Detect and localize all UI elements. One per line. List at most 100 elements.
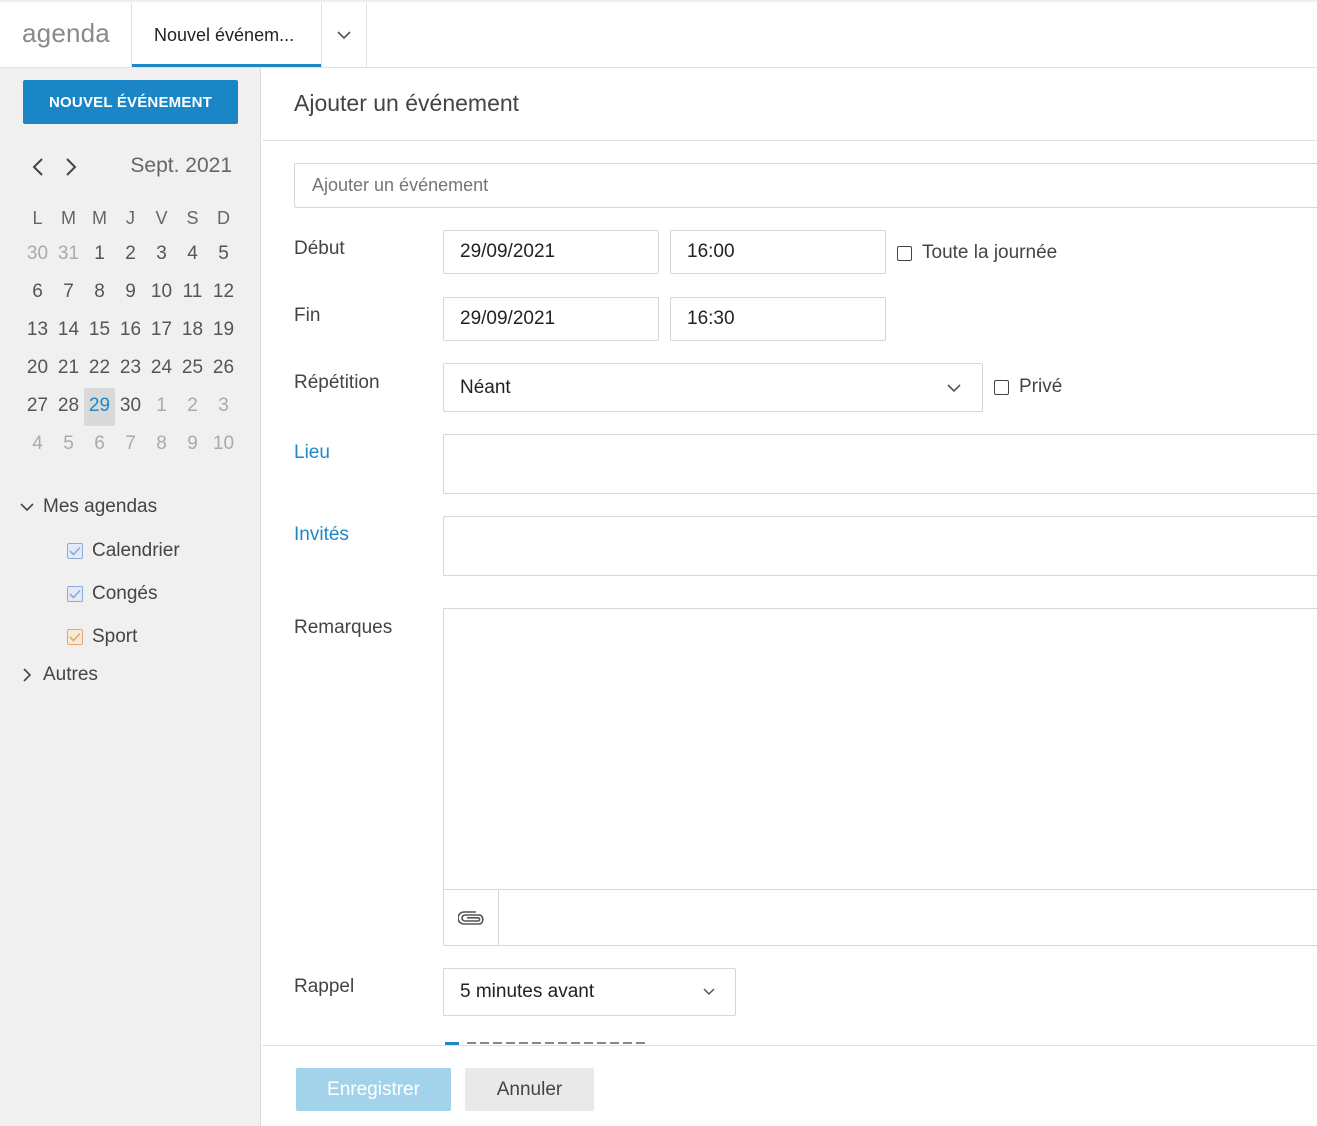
- calendar-day[interactable]: 17: [146, 312, 177, 350]
- calendar-day[interactable]: 4: [177, 236, 208, 274]
- calendar-day[interactable]: 6: [22, 274, 53, 312]
- sidebar: NOUVEL ÉVÉNEMENT Sept. 2021 L M M J V S …: [0, 68, 261, 1126]
- all-day-checkbox[interactable]: Toute la journée: [897, 242, 1057, 264]
- calendar-day[interactable]: 12: [208, 274, 239, 312]
- calendar-item-conges[interactable]: Congés: [18, 572, 248, 615]
- calendar-day[interactable]: 2: [177, 388, 208, 426]
- checkbox-checked-icon[interactable]: [67, 585, 83, 602]
- calendar-day[interactable]: 15: [84, 312, 115, 350]
- form-title: Ajouter un événement: [294, 90, 520, 116]
- cancel-button[interactable]: Annuler: [465, 1068, 594, 1111]
- repeat-label: Répétition: [294, 372, 380, 393]
- calendar-day[interactable]: 18: [177, 312, 208, 350]
- calendar-day[interactable]: 3: [146, 236, 177, 274]
- repeat-select[interactable]: Néant: [443, 363, 983, 412]
- calendar-day[interactable]: 30: [22, 236, 53, 274]
- private-checkbox[interactable]: Privé: [994, 376, 1062, 398]
- calendar-day[interactable]: 10: [208, 426, 239, 464]
- calendar-day[interactable]: 3: [208, 388, 239, 426]
- calendar-day-selected[interactable]: 29: [84, 388, 115, 426]
- others-group[interactable]: Autres: [18, 662, 248, 688]
- chevron-down-icon: [946, 383, 962, 393]
- calendar-week: 30 31 1 2 3 4 5: [22, 236, 240, 274]
- mini-calendar-nav: Sept. 2021: [28, 154, 238, 180]
- calendar-item-calendrier[interactable]: Calendrier: [18, 529, 248, 572]
- next-month-button[interactable]: [61, 154, 81, 180]
- calendar-day[interactable]: 11: [177, 274, 208, 312]
- calendar-day[interactable]: 28: [53, 388, 84, 426]
- location-label[interactable]: Lieu: [294, 442, 330, 464]
- calendar-day[interactable]: 20: [22, 350, 53, 388]
- calendar-item-label: Calendrier: [92, 539, 180, 561]
- calendar-day[interactable]: 8: [84, 274, 115, 312]
- calendar-day[interactable]: 23: [115, 350, 146, 388]
- calendar-day[interactable]: 2: [115, 236, 146, 274]
- calendar-day[interactable]: 9: [177, 426, 208, 464]
- checkbox-icon[interactable]: [994, 379, 1009, 395]
- checkbox-checked-icon[interactable]: [67, 542, 83, 559]
- end-label: Fin: [294, 305, 321, 326]
- end-time-input[interactable]: 16:30: [670, 297, 886, 341]
- start-date-input[interactable]: 29/09/2021: [443, 230, 659, 274]
- tab-active-indicator: [132, 64, 321, 67]
- previous-month-button[interactable]: [28, 154, 48, 180]
- calendar-day[interactable]: 1: [84, 236, 115, 274]
- new-event-button[interactable]: NOUVEL ÉVÉNEMENT: [23, 80, 238, 124]
- calendar-week: 20 21 22 23 24 25 26: [22, 350, 240, 388]
- calendar-day[interactable]: 4: [22, 426, 53, 464]
- calendar-day[interactable]: 9: [115, 274, 146, 312]
- calendar-day[interactable]: 21: [53, 350, 84, 388]
- calendar-day[interactable]: 13: [22, 312, 53, 350]
- month-label: Sept. 2021: [130, 154, 232, 177]
- calendar-day[interactable]: 22: [84, 350, 115, 388]
- checkbox-checked-icon[interactable]: [67, 628, 83, 645]
- weekday-label: D: [217, 208, 230, 228]
- calendar-day[interactable]: 27: [22, 388, 53, 426]
- clipped-text: [467, 1042, 645, 1044]
- calendar-day[interactable]: 10: [146, 274, 177, 312]
- repeat-value: Néant: [460, 376, 511, 398]
- calendar-item-sport[interactable]: Sport: [18, 615, 248, 658]
- calendar-day[interactable]: 30: [115, 388, 146, 426]
- calendar-day[interactable]: 25: [177, 350, 208, 388]
- end-date-input[interactable]: 29/09/2021: [443, 297, 659, 341]
- calendar-week: 27 28 29 30 1 2 3: [22, 388, 240, 426]
- reminder-select[interactable]: 5 minutes avant: [443, 968, 736, 1016]
- reminder-value: 5 minutes avant: [460, 981, 595, 1002]
- calendar-day[interactable]: 6: [84, 426, 115, 464]
- weekday-label: S: [186, 208, 199, 228]
- tab-new-event[interactable]: Nouvel événem...: [131, 3, 322, 67]
- calendar-day[interactable]: 24: [146, 350, 177, 388]
- attach-button[interactable]: [444, 890, 499, 945]
- calendar-day[interactable]: 19: [208, 312, 239, 350]
- calendar-day[interactable]: 1: [146, 388, 177, 426]
- start-time-input[interactable]: 16:00: [670, 230, 886, 274]
- form-footer: Enregistrer Annuler: [262, 1045, 1317, 1126]
- calendar-item-label: Sport: [92, 625, 138, 647]
- calendar-day[interactable]: 5: [208, 236, 239, 274]
- calendar-day[interactable]: 7: [115, 426, 146, 464]
- calendar-day[interactable]: 16: [115, 312, 146, 350]
- my-calendars-label: Mes agendas: [43, 496, 158, 517]
- calendar-day[interactable]: 7: [53, 274, 84, 312]
- calendar-day[interactable]: 26: [208, 350, 239, 388]
- all-day-label: Toute la journée: [922, 242, 1058, 263]
- weekday-label: V: [155, 208, 168, 228]
- notes-textarea[interactable]: [443, 608, 1317, 946]
- chevron-right-icon: [66, 158, 77, 176]
- location-input[interactable]: [443, 434, 1317, 494]
- weekday-label: M: [61, 208, 76, 228]
- save-button[interactable]: Enregistrer: [296, 1068, 451, 1111]
- guests-input[interactable]: [443, 516, 1317, 576]
- tabs-dropdown-button[interactable]: [322, 3, 367, 67]
- checkbox-icon[interactable]: [897, 245, 912, 261]
- private-label: Privé: [1019, 376, 1063, 397]
- my-calendars-group[interactable]: Mes agendas: [18, 494, 248, 520]
- calendar-day[interactable]: 5: [53, 426, 84, 464]
- calendar-day[interactable]: 14: [53, 312, 84, 350]
- event-title-input[interactable]: [294, 163, 1317, 208]
- weekday-header: L M M J V S D: [22, 200, 240, 236]
- guests-label[interactable]: Invités: [294, 524, 349, 546]
- calendar-day[interactable]: 8: [146, 426, 177, 464]
- calendar-day[interactable]: 31: [53, 236, 84, 274]
